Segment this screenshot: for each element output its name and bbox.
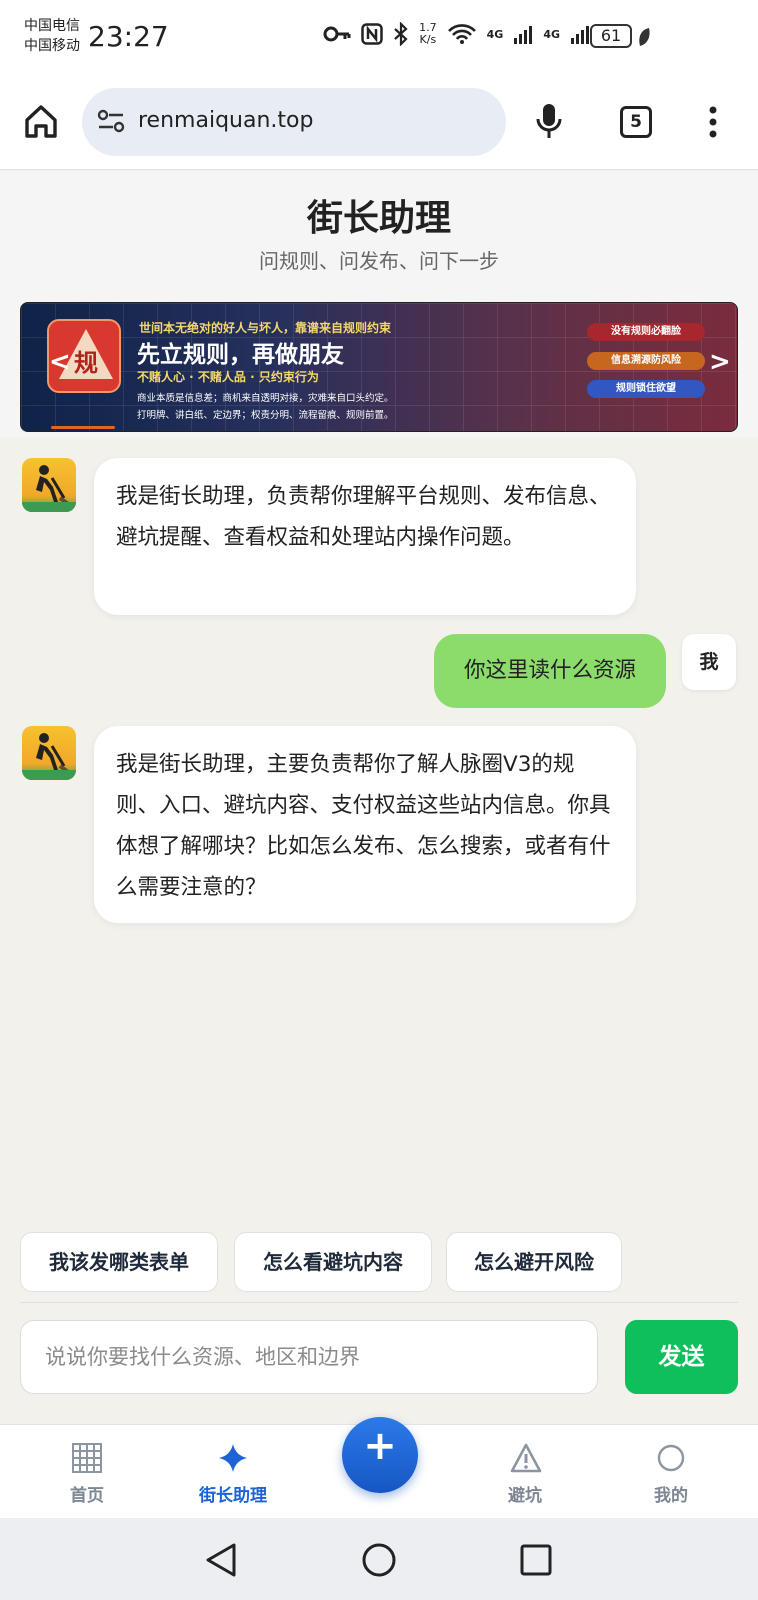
network-speed: 1.7 K/s (419, 21, 437, 46)
banner-tagline: 世间本无绝对的好人与坏人，靠谱来自规则约束 (139, 321, 392, 335)
quick-reply-chip[interactable]: 怎么避开风险 (446, 1232, 622, 1292)
user-message: 你这里读什么资源 (434, 634, 666, 708)
banner-pill: 没有规则必翻脸 (587, 323, 705, 341)
assistant-message: 我是街长助理，负责帮你理解平台规则、发布信息、避坑提醒、查看权益和处理站内操作问… (94, 458, 636, 615)
page-subtitle: 问规则、问发布、问下一步 (259, 249, 499, 273)
bluetooth-icon (394, 22, 408, 46)
status-icons: 1.7 K/s 4G 4G (323, 22, 590, 46)
url-text[interactable]: renmaiquan.top (138, 108, 313, 133)
key-icon (323, 26, 351, 42)
banner-body-line-1: 商业本质是信息差；商机来自透明对接，灾难来自口头约定。 (137, 393, 394, 404)
plus-icon: + (363, 1423, 397, 1469)
assistant-message: 我是街长助理，主要负责帮你了解人脉圈V3的规则、入口、避坑内容、支付权益这些站内… (94, 726, 636, 923)
profile-icon (657, 1444, 685, 1472)
assistant-avatar (22, 726, 76, 780)
banner-pill: 规则锁住欲望 (587, 380, 705, 398)
banner-next-arrow[interactable]: > (709, 347, 731, 377)
nav-item-pitfalls[interactable]: 避坑 (470, 1425, 580, 1519)
grid-icon (72, 1443, 102, 1473)
nav-label: 避坑 (508, 1486, 542, 1506)
carrier-2: 中国移动 (24, 38, 80, 54)
carrier-1: 中国电信 (24, 18, 80, 34)
quick-reply-chip[interactable]: 怎么看避坑内容 (234, 1232, 432, 1292)
carrier-info: 中国电信 中国移动 (24, 16, 80, 56)
home-icon[interactable] (22, 102, 60, 140)
worker-icon (22, 465, 76, 512)
home-circle-icon[interactable] (361, 1542, 397, 1578)
site-settings-icon[interactable] (96, 108, 126, 134)
recents-icon[interactable] (520, 1544, 552, 1576)
signal-icon-1 (514, 26, 533, 44)
leaf-icon (639, 28, 650, 46)
nav-label: 首页 (70, 1486, 104, 1506)
create-post-button[interactable]: + (342, 1417, 418, 1493)
more-options-icon[interactable] (708, 106, 718, 138)
address-bar[interactable]: renmaiquan.top (82, 88, 506, 156)
banner-progress-indicator (51, 426, 115, 429)
send-button[interactable]: 发送 (625, 1320, 738, 1394)
page-title: 街长助理 (306, 198, 451, 239)
assistant-avatar (22, 458, 76, 512)
worker-icon (22, 733, 76, 780)
divider (20, 1302, 738, 1303)
message-input-wrapper (20, 1320, 598, 1394)
status-bar: 中国电信 中国移动 23:27 1.7 K/s 4G 4G 61 (0, 0, 758, 78)
tab-switcher-button[interactable]: 5 (620, 106, 652, 138)
browser-toolbar: renmaiquan.top 5 (0, 78, 758, 170)
banner-prev-arrow[interactable]: < (49, 347, 71, 377)
network-type-1: 4G (486, 27, 504, 41)
network-type-2: 4G (543, 27, 560, 41)
banner-headline: 先立规则，再做朋友 (137, 342, 344, 368)
nfc-icon (361, 23, 383, 45)
battery-indicator: 61 (590, 24, 632, 48)
sparkle-icon (219, 1444, 247, 1472)
signal-icon-2 (571, 26, 589, 44)
nav-item-home[interactable]: 首页 (32, 1425, 142, 1519)
nav-item-assistant[interactable]: 街长助理 (178, 1425, 288, 1519)
quick-reply-chip[interactable]: 我该发哪类表单 (20, 1232, 218, 1292)
user-avatar-label: 我 (682, 634, 736, 690)
banner-body-line-2: 打明牌、讲白纸、定边界；权责分明、流程留痕、规则前置。 (137, 410, 394, 421)
wifi-icon (447, 24, 476, 44)
system-navigation-bar (0, 1518, 758, 1600)
message-input[interactable] (21, 1321, 597, 1393)
status-clock: 23:27 (88, 20, 169, 53)
warning-icon (510, 1443, 542, 1473)
nav-label: 街长助理 (199, 1486, 267, 1506)
promo-banner[interactable]: 规 < > 世间本无绝对的好人与坏人，靠谱来自规则约束 先立规则，再做朋友 不赌… (20, 302, 738, 432)
banner-pill: 信息溯源防风险 (587, 352, 705, 370)
banner-subline: 不赌人心 · 不赌人品 · 只约束行为 (137, 370, 319, 384)
nav-label: 我的 (654, 1486, 688, 1506)
back-icon[interactable] (204, 1542, 238, 1578)
nav-item-profile[interactable]: 我的 (616, 1425, 726, 1519)
microphone-icon[interactable] (535, 102, 563, 140)
